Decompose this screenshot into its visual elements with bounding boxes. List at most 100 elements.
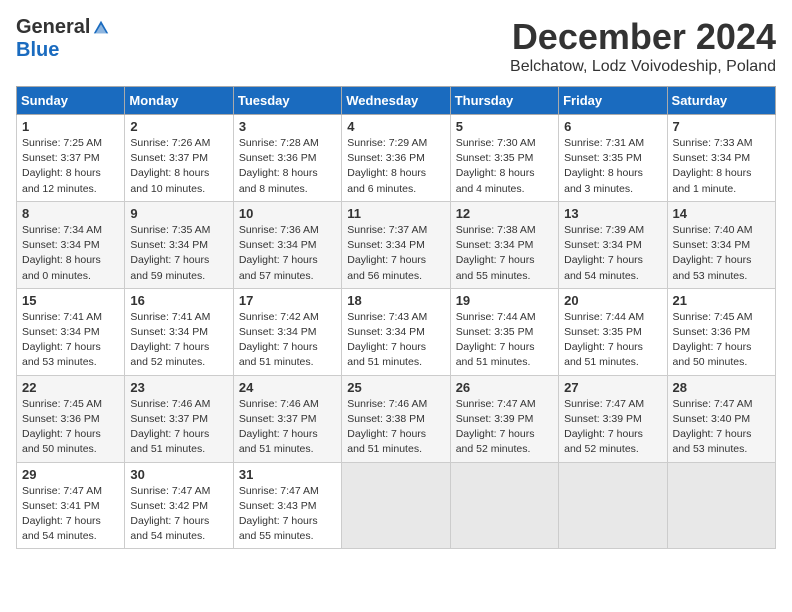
calendar-cell: 15 Sunrise: 7:41 AMSunset: 3:34 PMDayligh… xyxy=(17,288,125,375)
weekday-header-saturday: Saturday xyxy=(667,87,775,115)
calendar-cell: 11 Sunrise: 7:37 AMSunset: 3:34 PMDayligh… xyxy=(342,201,450,288)
day-number: 8 xyxy=(22,206,119,221)
day-info: Sunrise: 7:29 AMSunset: 3:36 PMDaylight:… xyxy=(347,136,444,197)
calendar-cell: 9 Sunrise: 7:35 AMSunset: 3:34 PMDaylight… xyxy=(125,201,233,288)
day-info: Sunrise: 7:34 AMSunset: 3:34 PMDaylight:… xyxy=(22,223,119,284)
day-info: Sunrise: 7:33 AMSunset: 3:34 PMDaylight:… xyxy=(673,136,770,197)
calendar-cell: 2Sunrise: 7:26 AMSunset: 3:37 PMDaylight… xyxy=(125,115,233,202)
day-info: Sunrise: 7:45 AMSunset: 3:36 PMDaylight:… xyxy=(673,310,770,371)
month-title: December 2024 xyxy=(510,16,776,58)
day-info: Sunrise: 7:47 AMSunset: 3:43 PMDaylight:… xyxy=(239,484,336,545)
day-info: Sunrise: 7:40 AMSunset: 3:34 PMDaylight:… xyxy=(673,223,770,284)
day-info: Sunrise: 7:35 AMSunset: 3:34 PMDaylight:… xyxy=(130,223,227,284)
calendar-cell: 29 Sunrise: 7:47 AMSunset: 3:41 PMDayligh… xyxy=(17,462,125,549)
calendar-cell: 1 Sunrise: 7:25 AMSunset: 3:37 PMDaylight… xyxy=(17,115,125,202)
calendar-cell: 21 Sunrise: 7:45 AMSunset: 3:36 PMDayligh… xyxy=(667,288,775,375)
calendar-table: SundayMondayTuesdayWednesdayThursdayFrid… xyxy=(16,86,776,549)
day-number: 14 xyxy=(673,206,770,221)
weekday-header-thursday: Thursday xyxy=(450,87,558,115)
calendar-cell: 16Sunrise: 7:41 AMSunset: 3:34 PMDayligh… xyxy=(125,288,233,375)
weekday-header-friday: Friday xyxy=(559,87,667,115)
page-header: General Blue December 2024 Belchatow, Lo… xyxy=(16,16,776,76)
day-number: 22 xyxy=(22,380,119,395)
day-info: Sunrise: 7:41 AMSunset: 3:34 PMDaylight:… xyxy=(22,310,119,371)
day-number: 3 xyxy=(239,119,336,134)
day-number: 28 xyxy=(673,380,770,395)
calendar-cell xyxy=(450,462,558,549)
day-info: Sunrise: 7:46 AMSunset: 3:37 PMDaylight:… xyxy=(239,397,336,458)
calendar-cell: 3 Sunrise: 7:28 AMSunset: 3:36 PMDaylight… xyxy=(233,115,341,202)
day-info: Sunrise: 7:46 AMSunset: 3:38 PMDaylight:… xyxy=(347,397,444,458)
day-number: 2 xyxy=(130,119,227,134)
calendar-cell: 25 Sunrise: 7:46 AMSunset: 3:38 PMDayligh… xyxy=(342,375,450,462)
day-info: Sunrise: 7:43 AMSunset: 3:34 PMDaylight:… xyxy=(347,310,444,371)
day-number: 15 xyxy=(22,293,119,308)
weekday-header-sunday: Sunday xyxy=(17,87,125,115)
calendar-cell: 7 Sunrise: 7:33 AMSunset: 3:34 PMDaylight… xyxy=(667,115,775,202)
calendar-cell: 13 Sunrise: 7:39 AMSunset: 3:34 PMDayligh… xyxy=(559,201,667,288)
calendar-cell: 30 Sunrise: 7:47 AMSunset: 3:42 PMDayligh… xyxy=(125,462,233,549)
day-info: Sunrise: 7:44 AMSunset: 3:35 PMDaylight:… xyxy=(564,310,661,371)
logo-icon xyxy=(92,19,110,37)
day-info: Sunrise: 7:41 AMSunset: 3:34 PMDaylight:… xyxy=(130,310,227,371)
day-info: Sunrise: 7:46 AMSunset: 3:37 PMDaylight:… xyxy=(130,397,227,458)
calendar-cell: 31 Sunrise: 7:47 AMSunset: 3:43 PMDayligh… xyxy=(233,462,341,549)
day-info: Sunrise: 7:47 AMSunset: 3:39 PMDaylight:… xyxy=(564,397,661,458)
calendar-cell: 17Sunrise: 7:42 AMSunset: 3:34 PMDayligh… xyxy=(233,288,341,375)
day-info: Sunrise: 7:36 AMSunset: 3:34 PMDaylight:… xyxy=(239,223,336,284)
day-number: 12 xyxy=(456,206,553,221)
calendar-cell: 5 Sunrise: 7:30 AMSunset: 3:35 PMDaylight… xyxy=(450,115,558,202)
day-info: Sunrise: 7:47 AMSunset: 3:42 PMDaylight:… xyxy=(130,484,227,545)
day-number: 9 xyxy=(130,206,227,221)
day-number: 19 xyxy=(456,293,553,308)
day-number: 31 xyxy=(239,467,336,482)
day-info: Sunrise: 7:45 AMSunset: 3:36 PMDaylight:… xyxy=(22,397,119,458)
day-number: 30 xyxy=(130,467,227,482)
day-number: 25 xyxy=(347,380,444,395)
day-number: 13 xyxy=(564,206,661,221)
calendar-cell: 6 Sunrise: 7:31 AMSunset: 3:35 PMDaylight… xyxy=(559,115,667,202)
day-info: Sunrise: 7:28 AMSunset: 3:36 PMDaylight:… xyxy=(239,136,336,197)
day-number: 5 xyxy=(456,119,553,134)
day-info: Sunrise: 7:25 AMSunset: 3:37 PMDaylight:… xyxy=(22,136,119,197)
day-info: Sunrise: 7:31 AMSunset: 3:35 PMDaylight:… xyxy=(564,136,661,197)
day-number: 26 xyxy=(456,380,553,395)
day-info: Sunrise: 7:37 AMSunset: 3:34 PMDaylight:… xyxy=(347,223,444,284)
day-number: 24 xyxy=(239,380,336,395)
calendar-cell xyxy=(342,462,450,549)
calendar-cell: 8 Sunrise: 7:34 AMSunset: 3:34 PMDaylight… xyxy=(17,201,125,288)
location-title: Belchatow, Lodz Voivodeship, Poland xyxy=(510,58,776,76)
day-number: 1 xyxy=(22,119,119,134)
calendar-cell: 10Sunrise: 7:36 AMSunset: 3:34 PMDayligh… xyxy=(233,201,341,288)
day-info: Sunrise: 7:39 AMSunset: 3:34 PMDaylight:… xyxy=(564,223,661,284)
calendar-cell: 12 Sunrise: 7:38 AMSunset: 3:34 PMDayligh… xyxy=(450,201,558,288)
logo: General Blue xyxy=(16,16,110,62)
day-info: Sunrise: 7:47 AMSunset: 3:39 PMDaylight:… xyxy=(456,397,553,458)
day-number: 27 xyxy=(564,380,661,395)
day-number: 17 xyxy=(239,293,336,308)
calendar-cell: 26 Sunrise: 7:47 AMSunset: 3:39 PMDayligh… xyxy=(450,375,558,462)
calendar-cell: 27 Sunrise: 7:47 AMSunset: 3:39 PMDayligh… xyxy=(559,375,667,462)
calendar-cell xyxy=(559,462,667,549)
day-number: 6 xyxy=(564,119,661,134)
day-info: Sunrise: 7:47 AMSunset: 3:41 PMDaylight:… xyxy=(22,484,119,545)
weekday-header-monday: Monday xyxy=(125,87,233,115)
day-info: Sunrise: 7:47 AMSunset: 3:40 PMDaylight:… xyxy=(673,397,770,458)
day-number: 7 xyxy=(673,119,770,134)
calendar-cell: 23 Sunrise: 7:46 AMSunset: 3:37 PMDayligh… xyxy=(125,375,233,462)
day-number: 23 xyxy=(130,380,227,395)
title-area: December 2024 Belchatow, Lodz Voivodeshi… xyxy=(510,16,776,76)
day-number: 21 xyxy=(673,293,770,308)
calendar-cell: 14 Sunrise: 7:40 AMSunset: 3:34 PMDayligh… xyxy=(667,201,775,288)
calendar-cell: 20Sunrise: 7:44 AMSunset: 3:35 PMDayligh… xyxy=(559,288,667,375)
day-number: 4 xyxy=(347,119,444,134)
day-number: 29 xyxy=(22,467,119,482)
day-info: Sunrise: 7:38 AMSunset: 3:34 PMDaylight:… xyxy=(456,223,553,284)
day-info: Sunrise: 7:30 AMSunset: 3:35 PMDaylight:… xyxy=(456,136,553,197)
day-number: 11 xyxy=(347,206,444,221)
calendar-cell: 4 Sunrise: 7:29 AMSunset: 3:36 PMDaylight… xyxy=(342,115,450,202)
calendar-cell: 28 Sunrise: 7:47 AMSunset: 3:40 PMDayligh… xyxy=(667,375,775,462)
calendar-cell: 24 Sunrise: 7:46 AMSunset: 3:37 PMDayligh… xyxy=(233,375,341,462)
day-info: Sunrise: 7:44 AMSunset: 3:35 PMDaylight:… xyxy=(456,310,553,371)
calendar-cell: 22 Sunrise: 7:45 AMSunset: 3:36 PMDayligh… xyxy=(17,375,125,462)
